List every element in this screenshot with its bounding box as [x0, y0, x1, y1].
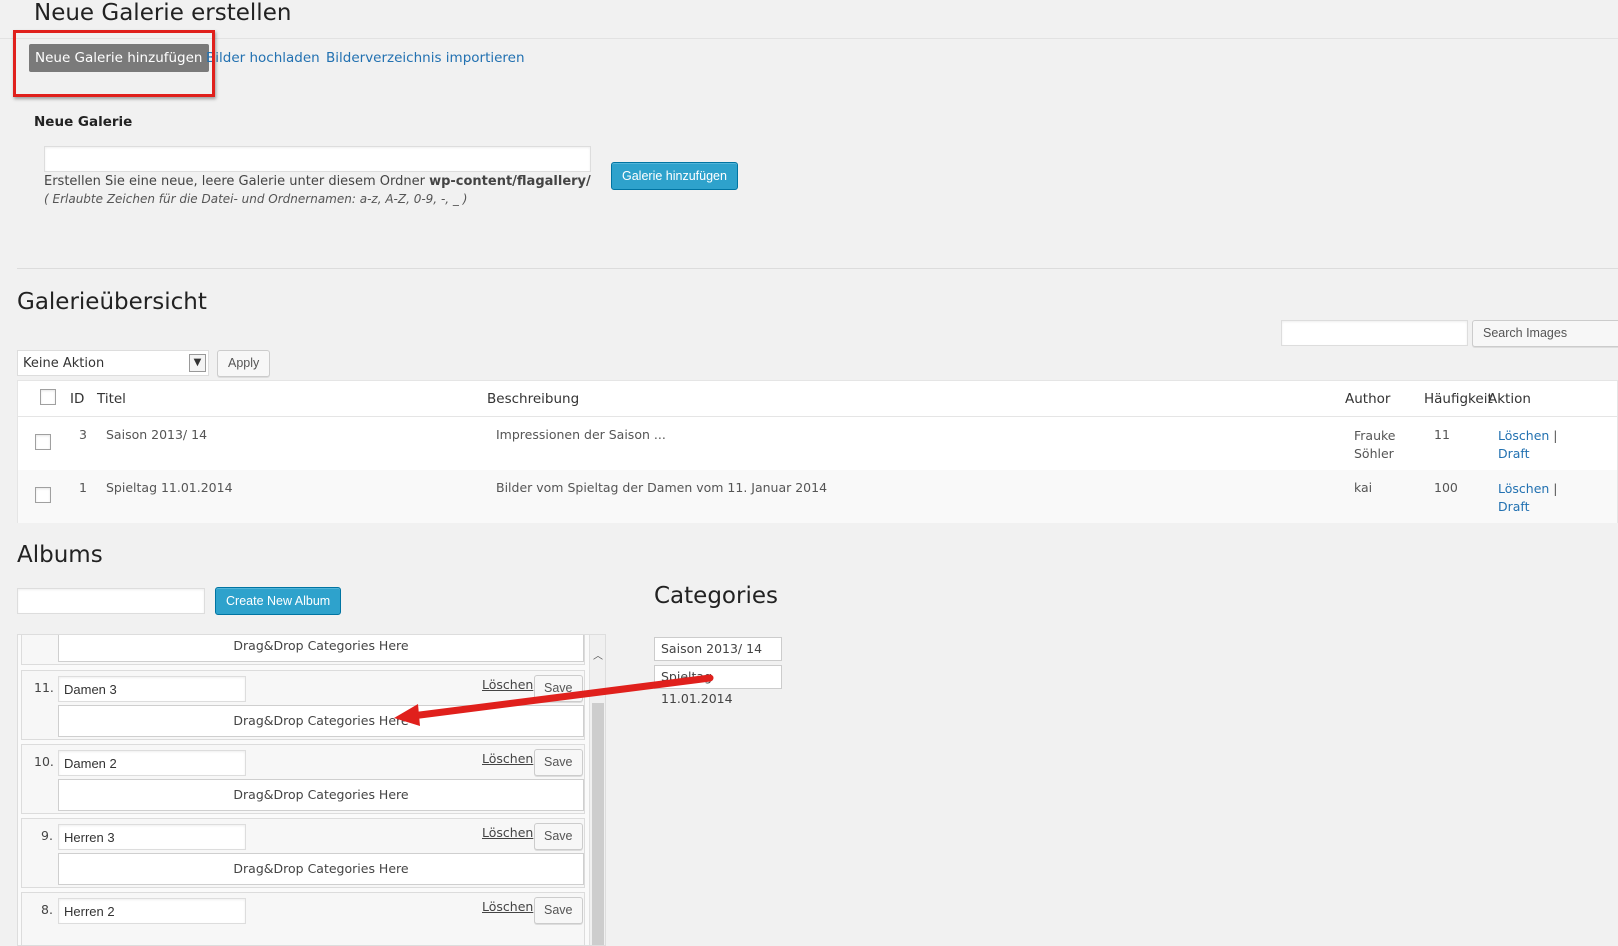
bulk-action-value: Keine Aktion [23, 356, 105, 371]
album-item: 9. Löschen Save Drag&Drop Categories Her… [21, 818, 585, 888]
row-id: 1 [79, 480, 87, 495]
album-number: 8. [41, 902, 53, 917]
row-frequency: 11 [1434, 427, 1450, 442]
column-title[interactable]: Titel [97, 391, 126, 407]
action-separator: | [1553, 481, 1558, 496]
row-title-link[interactable]: Saison 2013/ 14 [106, 427, 207, 442]
delete-link[interactable]: Löschen [1498, 481, 1549, 496]
new-gallery-help-path: wp-content/flagallery/ [429, 174, 591, 189]
column-frequency: Häufigkeit [1424, 391, 1493, 407]
album-item: 8. Löschen Save [21, 892, 585, 945]
album-name-input[interactable] [58, 824, 246, 850]
gallery-table: ID Titel Beschreibung Author Häufigkeit … [17, 380, 1618, 523]
new-gallery-name-input[interactable] [44, 146, 591, 172]
header-divider [0, 38, 1618, 39]
row-checkbox[interactable] [35, 434, 51, 450]
row-frequency: 100 [1434, 480, 1458, 495]
album-name-input[interactable] [58, 750, 246, 776]
row-title-link[interactable]: Spieltag 11.01.2014 [106, 480, 233, 495]
new-gallery-help-text: Erstellen Sie eine neue, leere Galerie u… [44, 174, 430, 189]
row-author: Frauke Söhler [1354, 428, 1396, 461]
delete-link[interactable]: Löschen [1498, 428, 1549, 443]
search-images-input[interactable] [1281, 320, 1468, 346]
category-dropzone[interactable]: Drag&Drop Categories Here [58, 779, 584, 811]
table-row: 3 Saison 2013/ 14 Impressionen der Saiso… [18, 417, 1617, 470]
row-author: kai [1354, 480, 1373, 495]
album-save-button[interactable]: Save [534, 749, 583, 776]
column-action: Aktion [1488, 391, 1531, 407]
album-delete-link[interactable]: Löschen [482, 751, 533, 766]
section-divider [17, 268, 1618, 269]
select-all-checkbox[interactable] [40, 389, 56, 405]
bulk-action-select[interactable]: Keine Aktion ▼ [17, 350, 209, 376]
gallery-overview-title: Galerieübersicht [17, 289, 207, 315]
categories-title: Categories [654, 583, 778, 609]
create-new-album-button[interactable]: Create New Album [215, 587, 342, 615]
annotation-arrow-head [394, 704, 420, 726]
album-save-button[interactable]: Save [534, 823, 583, 850]
album-name-input[interactable] [58, 676, 246, 702]
page-title: Neue Galerie erstellen [34, 0, 292, 26]
chevron-down-icon[interactable]: ▼ [189, 354, 206, 372]
album-name-input[interactable] [58, 898, 246, 924]
draft-link[interactable]: Draft [1498, 499, 1530, 514]
column-author: Author [1345, 391, 1391, 407]
albums-title: Albums [17, 542, 103, 568]
album-number: 10. [34, 754, 54, 769]
row-checkbox[interactable] [35, 487, 51, 503]
annotation-highlight-box [13, 30, 215, 97]
new-album-input[interactable] [17, 588, 205, 614]
table-row: 1 Spieltag 11.01.2014 Bilder vom Spielta… [18, 470, 1617, 523]
row-description: Impressionen der Saison ... [496, 427, 666, 442]
allowed-chars-note: ( Erlaubte Zeichen für die Datei- und Or… [44, 192, 468, 206]
tab-bilderverzeichnis-importieren[interactable]: Bilderverzeichnis importieren [326, 50, 525, 66]
album-number: 11. [34, 680, 54, 695]
album-item: 10. Löschen Save Drag&Drop Categories He… [21, 744, 585, 814]
apply-button[interactable]: Apply [217, 350, 271, 377]
album-delete-link[interactable]: Löschen [482, 825, 533, 840]
category-dropzone[interactable]: Drag&Drop Categories Here [58, 853, 584, 885]
row-actions: Löschen | Draft [1498, 480, 1568, 516]
column-id[interactable]: ID [70, 391, 84, 407]
annotation-arrow [394, 674, 714, 726]
row-id: 3 [79, 427, 87, 442]
album-delete-link[interactable]: Löschen [482, 899, 533, 914]
column-description: Beschreibung [487, 391, 580, 407]
draft-link[interactable]: Draft [1498, 446, 1530, 461]
search-images-button[interactable]: Search Images [1472, 320, 1618, 347]
album-number: 9. [41, 828, 53, 843]
action-separator: | [1553, 428, 1558, 443]
category-dropzone[interactable]: Drag&Drop Categories Here [58, 635, 584, 662]
new-gallery-help: Erstellen Sie eine neue, leere Galerie u… [44, 174, 591, 189]
category-item[interactable]: Saison 2013/ 14 [654, 637, 782, 661]
annotation-arrow-shaft [408, 674, 714, 720]
row-actions: Löschen | Draft [1498, 427, 1568, 463]
tab-bilder-hochladen[interactable]: Bilder hochladen [206, 50, 320, 66]
album-save-button[interactable]: Save [534, 897, 583, 924]
add-gallery-button[interactable]: Galerie hinzufügen [611, 162, 738, 190]
row-description: Bilder vom Spieltag der Damen vom 11. Ja… [496, 480, 828, 495]
new-gallery-label: Neue Galerie [34, 114, 133, 130]
